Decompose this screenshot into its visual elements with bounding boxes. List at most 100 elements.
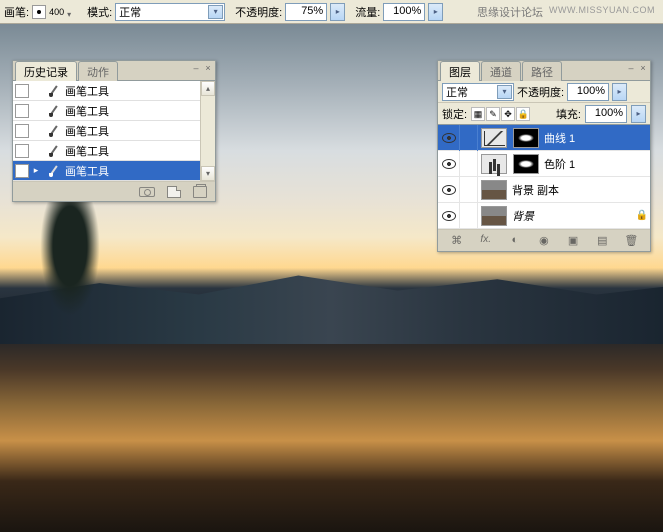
flow-input[interactable]: 100% [383,3,425,21]
layer-row[interactable]: 背景 🔒 [438,203,650,229]
history-item-label: 画笔工具 [65,143,109,159]
history-panel-footer [13,181,215,201]
mask-thumbnail[interactable] [513,154,539,174]
chevron-down-icon: ▾ [497,85,512,99]
blend-mode-value: 正常 [446,84,468,100]
lock-position-icon[interactable]: ✥ [501,107,515,121]
adjustment-thumbnail[interactable] [481,154,507,174]
tab-channels[interactable]: 通道 [481,61,521,81]
layer-opacity-label: 不透明度: [517,84,564,100]
history-item-label: 画笔工具 [65,163,109,179]
layer-opacity-input[interactable]: 100% [567,83,609,101]
lock-pixels-icon[interactable]: ✎ [486,107,500,121]
panel-close-icon[interactable]: × [638,63,648,73]
layer-effects-icon[interactable]: fx. [478,234,494,248]
tab-paths[interactable]: 路径 [522,61,562,81]
panel-minimize-icon[interactable]: – [191,63,201,73]
history-item[interactable]: 画笔工具 [13,101,215,121]
link-cell[interactable] [460,151,478,177]
history-checkbox[interactable] [15,124,29,138]
scroll-up-icon[interactable]: ▴ [201,81,215,96]
history-checkbox[interactable] [15,84,29,98]
history-item-label: 画笔工具 [65,103,109,119]
new-layer-icon[interactable]: ▤ [594,234,610,248]
lock-icon: 🔒 [634,210,650,221]
layer-group-icon[interactable]: ▣ [565,234,581,248]
brush-icon [45,163,61,179]
panel-minimize-icon[interactable]: – [626,63,636,73]
watermark-text-2: WWW.MISSYUAN.COM [549,5,655,15]
history-item[interactable]: ▸ 画笔工具 [13,161,215,181]
fill-input[interactable]: 100% [585,105,627,123]
blend-mode-select[interactable]: 正常 ▾ [442,83,514,101]
opacity-input[interactable]: 75% [285,3,327,21]
brush-preview[interactable] [32,5,46,19]
flow-label: 流量: [355,4,380,20]
lock-all-icon[interactable]: 🔒 [516,107,530,121]
opacity-flyout-button[interactable]: ▸ [612,83,627,101]
layer-name[interactable]: 色阶 1 [542,156,650,172]
history-current-icon: ▸ [31,165,41,176]
layer-name[interactable]: 曲线 1 [542,130,650,146]
panel-close-icon[interactable]: × [203,63,213,73]
tab-actions[interactable]: 动作 [78,61,118,81]
history-item[interactable]: 画笔工具 [13,121,215,141]
layer-lock-row: 锁定: ▦ ✎ ✥ 🔒 填充: 100% ▸ [438,103,650,125]
adjustment-thumbnail[interactable] [481,128,507,148]
brush-icon [45,143,61,159]
history-panel: 历史记录 动作 – × 画笔工具 画笔工具 画笔工具 [12,60,216,202]
scroll-down-icon[interactable]: ▾ [201,166,215,181]
history-item-label: 画笔工具 [65,83,109,99]
history-checkbox[interactable] [15,104,29,118]
fill-flyout-button[interactable]: ▸ [631,105,646,123]
brush-size: 400 [49,7,64,17]
flow-flyout-button[interactable]: ▸ [428,3,443,21]
link-cell[interactable] [460,177,478,203]
mode-select[interactable]: 正常 ▾ [115,3,225,21]
history-checkbox[interactable] [15,164,29,178]
brush-dropdown-icon[interactable] [67,8,75,16]
layer-list: 曲线 1 色阶 1 背景 副本 背景 🔒 [438,125,650,229]
layer-name[interactable]: 背景 副本 [510,182,650,198]
layer-row[interactable]: 色阶 1 [438,151,650,177]
layers-panel: 图层 通道 路径 – × 正常 ▾ 不透明度: 100% ▸ 锁定: ▦ ✎ ✥… [437,60,651,252]
layers-panel-footer: ⌘ fx. ◐ ◉ ▣ ▤ 🗑 [438,229,650,251]
layer-thumbnail[interactable] [481,206,507,226]
layer-row[interactable]: 曲线 1 [438,125,650,151]
layer-row[interactable]: 背景 副本 [438,177,650,203]
layer-name[interactable]: 背景 [510,208,634,224]
history-item[interactable]: 画笔工具 [13,141,215,161]
mask-thumbnail[interactable] [513,128,539,148]
tab-history[interactable]: 历史记录 [15,61,77,81]
new-document-icon[interactable] [167,186,181,198]
tab-layers[interactable]: 图层 [440,61,480,81]
layer-blend-row: 正常 ▾ 不透明度: 100% ▸ [438,81,650,103]
history-list: 画笔工具 画笔工具 画笔工具 画笔工具 ▸ 画笔工具 [13,81,215,181]
link-cell[interactable] [460,203,478,229]
lock-label: 锁定: [442,106,467,122]
trash-icon[interactable] [193,186,207,198]
visibility-icon[interactable] [438,203,460,229]
history-item-label: 画笔工具 [65,123,109,139]
history-item[interactable]: 画笔工具 [13,81,215,101]
brush-icon [45,103,61,119]
fill-label: 填充: [556,106,581,122]
visibility-icon[interactable] [438,125,460,151]
delete-layer-icon[interactable]: 🗑 [623,234,639,248]
visibility-icon[interactable] [438,177,460,203]
brush-icon [45,83,61,99]
opacity-flyout-button[interactable]: ▸ [330,3,345,21]
link-layers-icon[interactable]: ⌘ [449,234,465,248]
scrollbar[interactable]: ▴ ▾ [200,81,215,181]
chevron-down-icon: ▾ [208,5,223,19]
layer-mask-icon[interactable]: ◐ [507,234,523,248]
layer-thumbnail[interactable] [481,180,507,200]
snapshot-icon[interactable] [139,187,155,197]
link-cell[interactable] [460,125,478,151]
adjustment-layer-icon[interactable]: ◉ [536,234,552,248]
brush-icon [45,123,61,139]
brush-label: 画笔: [4,4,29,20]
history-checkbox[interactable] [15,144,29,158]
visibility-icon[interactable] [438,151,460,177]
lock-transparency-icon[interactable]: ▦ [471,107,485,121]
